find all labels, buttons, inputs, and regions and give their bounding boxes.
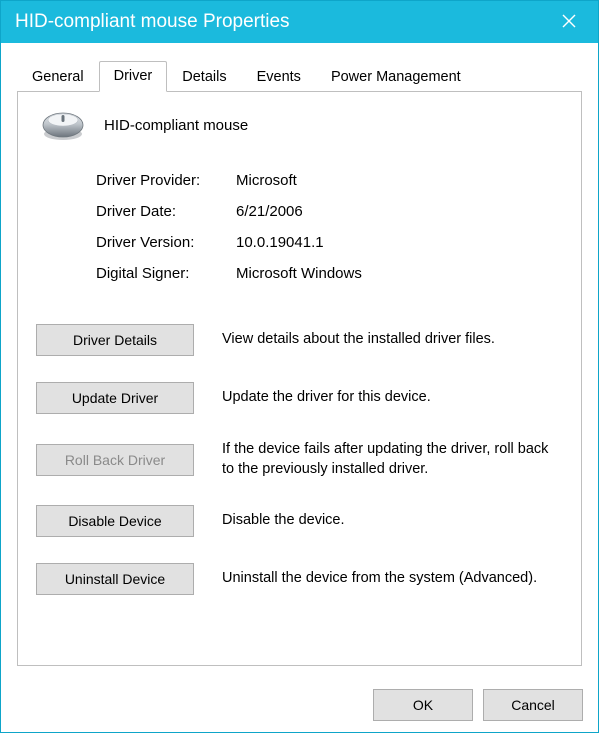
action-row-disable: Disable Device Disable the device. <box>36 505 563 537</box>
info-row-provider: Driver Provider: Microsoft <box>96 172 563 189</box>
driver-provider-value: Microsoft <box>236 172 563 189</box>
content-area: General Driver Details Events Power Mana… <box>1 43 598 666</box>
titlebar: HID-compliant mouse Properties <box>1 1 598 43</box>
driver-info-table: Driver Provider: Microsoft Driver Date: … <box>96 172 563 282</box>
action-row-uninstall: Uninstall Device Uninstall the device fr… <box>36 563 563 595</box>
cancel-button[interactable]: Cancel <box>483 689 583 721</box>
tab-events[interactable]: Events <box>242 62 316 92</box>
driver-version-value: 10.0.19041.1 <box>236 234 563 251</box>
mouse-icon <box>40 108 86 142</box>
update-driver-desc: Update the driver for this device. <box>222 388 563 408</box>
driver-date-label: Driver Date: <box>96 203 236 220</box>
device-header: HID-compliant mouse <box>36 108 563 142</box>
tab-driver[interactable]: Driver <box>99 61 168 92</box>
close-icon[interactable] <box>554 10 584 34</box>
disable-device-desc: Disable the device. <box>222 511 563 531</box>
roll-back-driver-desc: If the device fails after updating the d… <box>222 440 563 479</box>
uninstall-device-desc: Uninstall the device from the system (Ad… <box>222 569 563 589</box>
roll-back-driver-button: Roll Back Driver <box>36 444 194 476</box>
footer-buttons: OK Cancel <box>373 689 583 721</box>
tab-power-management[interactable]: Power Management <box>316 62 476 92</box>
tab-body-driver: HID-compliant mouse Driver Provider: Mic… <box>17 92 582 666</box>
driver-version-label: Driver Version: <box>96 234 236 251</box>
driver-signer-value: Microsoft Windows <box>236 265 563 282</box>
update-driver-button[interactable]: Update Driver <box>36 382 194 414</box>
action-row-update: Update Driver Update the driver for this… <box>36 382 563 414</box>
driver-signer-label: Digital Signer: <box>96 265 236 282</box>
driver-date-value: 6/21/2006 <box>236 203 563 220</box>
info-row-signer: Digital Signer: Microsoft Windows <box>96 265 563 282</box>
info-row-date: Driver Date: 6/21/2006 <box>96 203 563 220</box>
driver-provider-label: Driver Provider: <box>96 172 236 189</box>
uninstall-device-button[interactable]: Uninstall Device <box>36 563 194 595</box>
ok-button[interactable]: OK <box>373 689 473 721</box>
tabstrip: General Driver Details Events Power Mana… <box>17 61 582 92</box>
device-name: HID-compliant mouse <box>104 117 248 134</box>
tab-details[interactable]: Details <box>167 62 241 92</box>
driver-details-desc: View details about the installed driver … <box>222 330 563 350</box>
window-title: HID-compliant mouse Properties <box>15 11 290 33</box>
info-row-version: Driver Version: 10.0.19041.1 <box>96 234 563 251</box>
action-row-rollback: Roll Back Driver If the device fails aft… <box>36 440 563 479</box>
driver-details-button[interactable]: Driver Details <box>36 324 194 356</box>
action-row-details: Driver Details View details about the in… <box>36 324 563 356</box>
disable-device-button[interactable]: Disable Device <box>36 505 194 537</box>
tab-general[interactable]: General <box>17 62 99 92</box>
